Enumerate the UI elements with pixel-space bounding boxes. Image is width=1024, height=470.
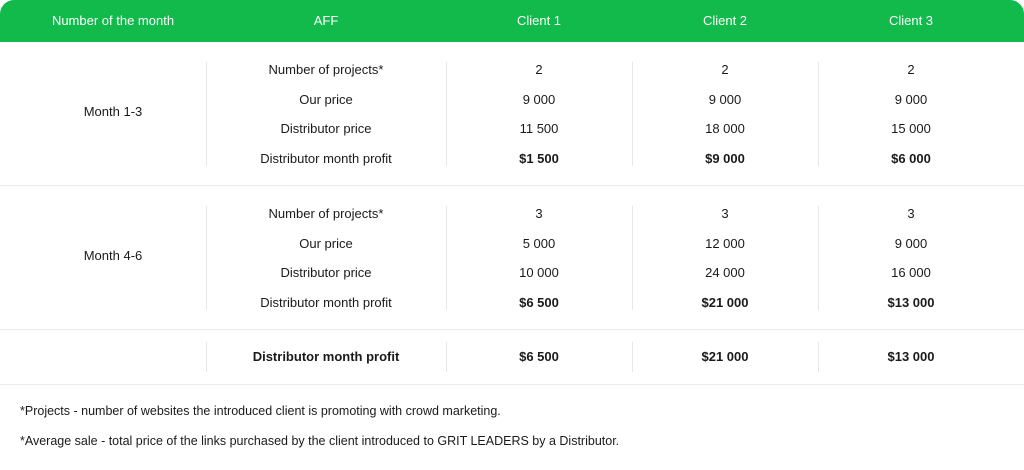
header-aff: AFF — [313, 13, 339, 28]
header-month: Number of the month — [51, 13, 175, 28]
group-month-4-6: Month 4-6 Number of projects* 3 3 3 Our … — [0, 186, 1024, 330]
total-label: Distributor month profit — [252, 349, 400, 364]
table-row: Distributor month profit $6 500 $21 000 … — [0, 293, 1024, 313]
client-3-value: 9 000 — [894, 236, 928, 251]
client-3-value: 15 000 — [891, 121, 931, 136]
table-row: Distributor month profit $6 500 $21 000 … — [0, 347, 1024, 367]
total-client-2: $21 000 — [701, 349, 749, 364]
client-2-value: $9 000 — [705, 151, 745, 166]
client-1-value: 11 500 — [519, 121, 559, 136]
table-row: Distributor month profit $1 500 $9 000 $… — [0, 149, 1024, 169]
row-label: Distributor month profit — [260, 295, 392, 310]
footnote-projects: *Projects - number of websites the intro… — [20, 404, 501, 418]
client-3-value: $13 000 — [887, 295, 935, 310]
client-3-value: 3 — [907, 206, 915, 221]
client-1-value: $6 500 — [519, 295, 559, 310]
table-row: Our price 5 000 12 000 9 000 — [0, 234, 1024, 254]
client-1-value: $1 500 — [519, 151, 559, 166]
client-1-value: 2 — [535, 62, 543, 77]
table-row: Distributor price 10 000 24 000 16 000 — [0, 263, 1024, 283]
row-label: Distributor price — [280, 265, 372, 280]
table-row: Number of projects* 3 3 3 — [0, 204, 1024, 224]
total-row: Distributor month profit $6 500 $21 000 … — [0, 330, 1024, 385]
client-2-value: 3 — [721, 206, 729, 221]
group-month-1-3: Month 1-3 Number of projects* 2 2 2 Our … — [0, 42, 1024, 186]
row-label: Distributor month profit — [260, 151, 392, 166]
profit-table: Number of the month AFF Client 1 Client … — [0, 0, 1024, 470]
header-client-1: Client 1 — [516, 13, 562, 28]
footnote-average-sale: *Average sale - total price of the links… — [20, 434, 620, 448]
client-2-value: $21 000 — [701, 295, 749, 310]
client-3-value: 9 000 — [894, 92, 928, 107]
client-3-value: 16 000 — [891, 265, 931, 280]
table-row: Number of projects* 2 2 2 — [0, 60, 1024, 80]
row-label: Number of projects* — [268, 62, 384, 77]
header-client-3: Client 3 — [888, 13, 934, 28]
client-2-value: 9 000 — [708, 92, 742, 107]
client-1-value: 10 000 — [519, 265, 559, 280]
client-2-value: 2 — [721, 62, 729, 77]
table-row: Our price 9 000 9 000 9 000 — [0, 90, 1024, 110]
client-2-value: 18 000 — [705, 121, 745, 136]
header-client-2: Client 2 — [702, 13, 748, 28]
total-client-3: $13 000 — [887, 349, 935, 364]
row-label: Our price — [299, 236, 353, 251]
client-1-value: 9 000 — [522, 92, 556, 107]
table-header: Number of the month AFF Client 1 Client … — [0, 0, 1024, 42]
total-client-1: $6 500 — [519, 349, 559, 364]
table-row: Distributor price 11 500 18 000 15 000 — [0, 119, 1024, 139]
client-3-value: $6 000 — [891, 151, 931, 166]
row-label: Distributor price — [280, 121, 372, 136]
client-1-value: 5 000 — [522, 236, 556, 251]
client-2-value: 12 000 — [705, 236, 745, 251]
client-3-value: 2 — [907, 62, 915, 77]
row-label: Number of projects* — [268, 206, 384, 221]
client-2-value: 24 000 — [705, 265, 745, 280]
client-1-value: 3 — [535, 206, 543, 221]
row-label: Our price — [299, 92, 353, 107]
